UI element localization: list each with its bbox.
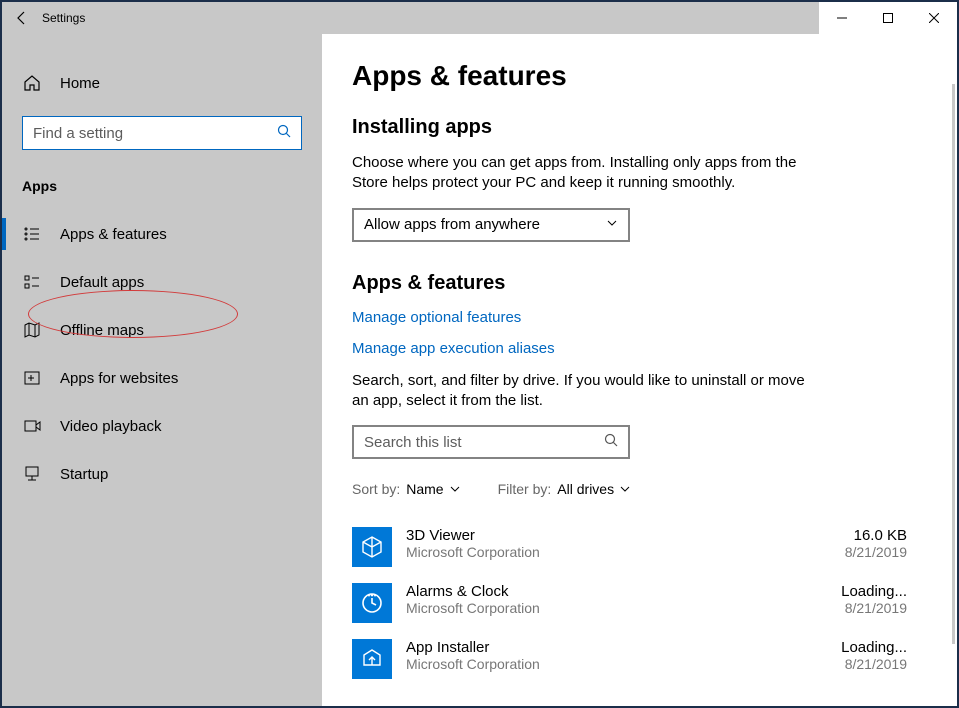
offline-maps-icon <box>22 321 42 339</box>
app-row[interactable]: App InstallerMicrosoft Corporation Loadi… <box>352 631 907 687</box>
page-heading: Apps & features <box>352 60 907 92</box>
app-icon <box>352 527 392 567</box>
video-playback-icon <box>22 417 42 435</box>
home-nav[interactable]: Home <box>2 64 322 102</box>
nav-label: Video playback <box>60 418 161 435</box>
chevron-down-icon <box>606 216 618 233</box>
sidebar: Home Apps Apps & features Default apps <box>2 34 322 706</box>
minimize-button[interactable] <box>819 2 865 34</box>
nav-label: Offline maps <box>60 322 144 339</box>
section-installing-apps-title: Installing apps <box>352 116 907 139</box>
search-icon <box>277 124 291 143</box>
select-value: Allow apps from anywhere <box>364 216 540 233</box>
app-size: Loading... <box>797 639 907 656</box>
nav-offline-maps[interactable]: Offline maps <box>2 306 322 354</box>
nav-apps-features[interactable]: Apps & features <box>2 210 322 258</box>
app-name: 3D Viewer <box>406 527 797 544</box>
nav-default-apps[interactable]: Default apps <box>2 258 322 306</box>
sidebar-search[interactable] <box>22 116 302 150</box>
window-title: Settings <box>42 11 85 25</box>
app-publisher: Microsoft Corporation <box>406 600 797 616</box>
maximize-button[interactable] <box>865 2 911 34</box>
close-button[interactable] <box>911 2 957 34</box>
chevron-down-icon <box>620 481 630 497</box>
sort-by[interactable]: Sort by: Name <box>352 481 460 497</box>
app-icon <box>352 639 392 679</box>
default-apps-icon <box>22 273 42 291</box>
apps-websites-icon <box>22 369 42 387</box>
app-publisher: Microsoft Corporation <box>406 656 797 672</box>
section-apps-features-title: Apps & features <box>352 272 907 295</box>
section-installing-apps-text: Choose where you can get apps from. Inst… <box>352 153 812 194</box>
home-icon <box>22 74 42 92</box>
link-execution-aliases[interactable]: Manage app execution aliases <box>352 340 907 357</box>
nav-video-playback[interactable]: Video playback <box>2 402 322 450</box>
app-date: 8/21/2019 <box>797 544 907 560</box>
app-name: App Installer <box>406 639 797 656</box>
nav-label: Startup <box>60 466 108 483</box>
nav-group-label: Apps <box>2 170 322 210</box>
nav-label: Apps & features <box>60 226 167 243</box>
filter-by[interactable]: Filter by: All drives <box>498 481 630 497</box>
back-button[interactable] <box>2 2 42 34</box>
app-icon <box>352 583 392 623</box>
apps-features-icon <box>22 225 42 243</box>
search-icon <box>604 433 618 452</box>
app-date: 8/21/2019 <box>797 600 907 616</box>
main-content: Apps & features Installing apps Choose w… <box>322 34 957 706</box>
sort-filter-row: Sort by: Name Filter by: All drives <box>352 481 907 497</box>
scrollbar[interactable] <box>952 84 955 644</box>
apps-search-input[interactable] <box>364 434 604 451</box>
app-row[interactable]: Alarms & ClockMicrosoft Corporation Load… <box>352 575 907 631</box>
app-name: Alarms & Clock <box>406 583 797 600</box>
app-size: Loading... <box>797 583 907 600</box>
titlebar: Settings <box>2 2 957 34</box>
home-label: Home <box>60 75 100 92</box>
app-date: 8/21/2019 <box>797 656 907 672</box>
nav-label: Default apps <box>60 274 144 291</box>
app-publisher: Microsoft Corporation <box>406 544 797 560</box>
section-apps-features-text: Search, sort, and filter by drive. If yo… <box>352 371 812 412</box>
startup-icon <box>22 465 42 483</box>
app-size: 16.0 KB <box>797 527 907 544</box>
link-optional-features[interactable]: Manage optional features <box>352 309 907 326</box>
install-source-select[interactable]: Allow apps from anywhere <box>352 208 630 242</box>
apps-search[interactable] <box>352 425 630 459</box>
chevron-down-icon <box>450 481 460 497</box>
app-row[interactable]: 3D ViewerMicrosoft Corporation 16.0 KB8/… <box>352 519 907 575</box>
nav-apps-websites[interactable]: Apps for websites <box>2 354 322 402</box>
nav-startup[interactable]: Startup <box>2 450 322 498</box>
sidebar-search-input[interactable] <box>33 125 277 142</box>
nav-label: Apps for websites <box>60 370 178 387</box>
